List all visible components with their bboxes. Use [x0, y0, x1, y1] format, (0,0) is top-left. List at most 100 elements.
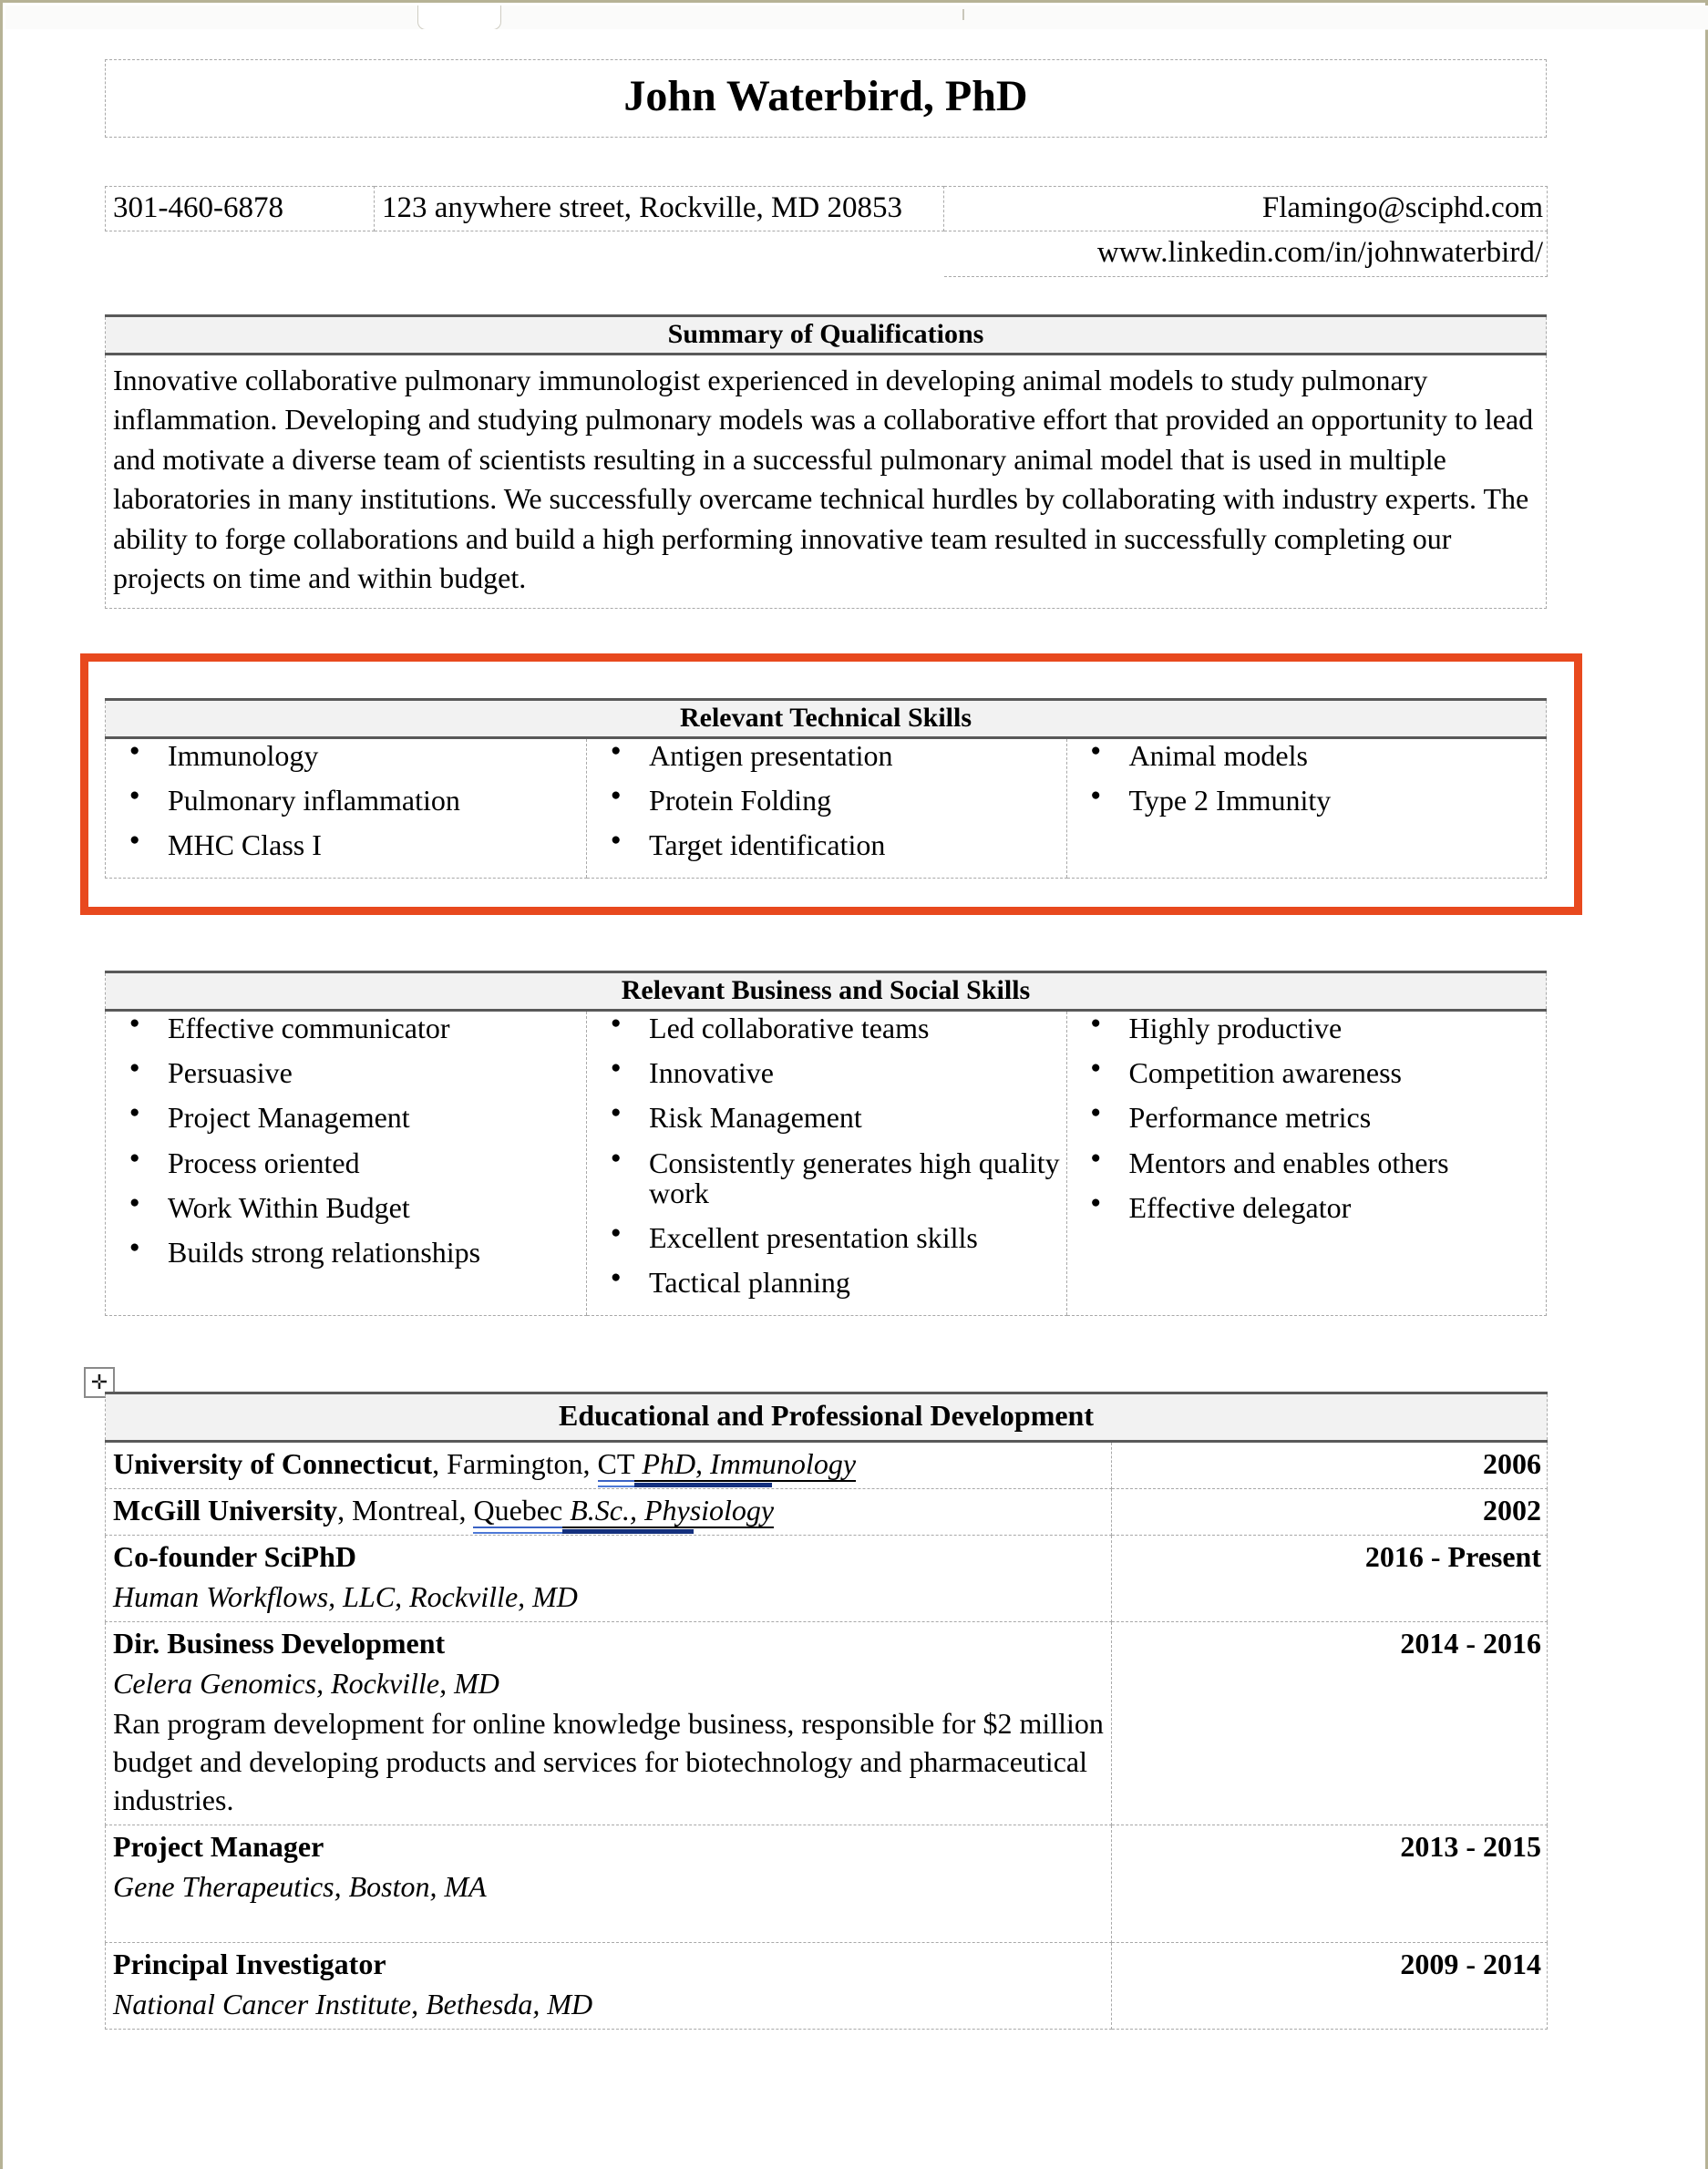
list-item: Immunology: [129, 740, 581, 771]
list-item: Antigen presentation: [611, 740, 1060, 771]
skill-list: Led collaborative teams Innovative Risk …: [592, 1013, 1060, 1299]
table-row: John Waterbird, PhD: [105, 59, 1547, 138]
contact-table: 301-460-6878 123 anywhere street, Rockvi…: [105, 185, 1548, 277]
business-skills-table: Relevant Business and Social Skills Effe…: [104, 971, 1548, 1316]
list-item: Mentors and enables others: [1090, 1147, 1540, 1178]
document-tab-notch[interactable]: [417, 5, 501, 30]
education-entry-2: Co-founder SciPhD Human Workflows, LLC, …: [105, 1535, 1112, 1622]
list-item: Pulmonary inflammation: [129, 785, 581, 816]
technical-skills-column-2: Antigen presentation Protein Folding Tar…: [586, 737, 1067, 879]
education-heading: Educational and Professional Development: [105, 1392, 1548, 1443]
skill-list: Antigen presentation Protein Folding Tar…: [592, 740, 1060, 861]
summary-heading: Summary of Qualifications: [105, 314, 1547, 355]
business-skills-column-1: Effective communicator Persuasive Projec…: [104, 1010, 587, 1316]
entry-degree: PhD, Immunology: [642, 1446, 857, 1480]
entry-date-0: 2006: [1111, 1441, 1548, 1489]
list-item: Excellent presentation skills: [611, 1222, 1060, 1253]
entry-spacer: [113, 1906, 1104, 1937]
entry-date-3: 2014 - 2016: [1111, 1621, 1548, 1826]
page-title: John Waterbird, PhD: [105, 59, 1547, 138]
list-item: Persuasive: [129, 1057, 581, 1088]
list-item: Performance metrics: [1090, 1103, 1540, 1134]
list-item: Effective delegator: [1090, 1192, 1540, 1223]
business-skills-column-2: Led collaborative teams Innovative Risk …: [586, 1010, 1067, 1316]
entry-date-2: 2016 - Present: [1111, 1535, 1548, 1622]
contact-phone: 301-460-6878: [105, 185, 375, 232]
table-row: Dir. Business Development Celera Genomic…: [105, 1621, 1548, 1826]
entry-location: , Farmington,: [432, 1446, 598, 1480]
education-entry-3: Dir. Business Development Celera Genomic…: [105, 1621, 1112, 1826]
list-item: Competition awareness: [1090, 1057, 1540, 1088]
entry-description: Ran program development for online knowl…: [113, 1706, 1104, 1817]
entry-location: , Montreal,: [337, 1493, 474, 1527]
contact-empty-cell: [375, 231, 944, 276]
skill-list: Effective communicator Persuasive Projec…: [111, 1013, 581, 1269]
list-item: Project Management: [129, 1103, 581, 1134]
list-item: Risk Management: [611, 1103, 1060, 1134]
contact-linkedin[interactable]: www.linkedin.com/in/johnwaterbird/: [943, 231, 1548, 277]
education-entry-5: Principal Investigator National Cancer I…: [105, 1942, 1112, 2030]
education-entry-0: University of Connecticut, Farmington, C…: [105, 1441, 1112, 1489]
document-page: John Waterbird, PhD 301-460-6878 123 any…: [3, 29, 1705, 2169]
skill-list: Immunology Pulmonary inflammation MHC Cl…: [111, 740, 581, 861]
technical-skills-table: Relevant Technical Skills Immunology Pul…: [104, 698, 1548, 879]
education-table: Educational and Professional Development…: [105, 1392, 1548, 2030]
table-row: Principal Investigator National Cancer I…: [105, 1942, 1548, 2030]
table-row: McGill University, Montreal, Quebec B.Sc…: [105, 1488, 1548, 1536]
entry-org: McGill University: [113, 1493, 338, 1527]
entry-org: Dir. Business Development: [113, 1626, 446, 1660]
table-row: Summary of Qualifications: [105, 314, 1547, 355]
list-item: Target identification: [611, 830, 1060, 861]
entry-org: Project Manager: [113, 1830, 324, 1864]
name-table: John Waterbird, PhD: [105, 59, 1547, 138]
table-row: 301-460-6878 123 anywhere street, Rockvi…: [105, 185, 1548, 232]
skill-list: Animal models Type 2 Immunity: [1073, 740, 1540, 817]
list-item: Process oriented: [129, 1147, 581, 1178]
table-row: Relevant Technical Skills: [105, 698, 1547, 739]
summary-table: Summary of Qualifications Innovative col…: [105, 314, 1547, 609]
list-item: Consistently generates high quality work: [611, 1147, 1060, 1209]
application-window: John Waterbird, PhD 301-460-6878 123 any…: [0, 0, 1708, 2169]
contact-empty-cell: [106, 231, 375, 276]
contact-address: 123 anywhere street, Rockville, MD 20853: [374, 185, 944, 232]
list-item: Led collaborative teams: [611, 1013, 1060, 1043]
table-row: Relevant Business and Social Skills: [105, 971, 1547, 1012]
entry-subtitle: Celera Genomics, Rockville, MD: [113, 1666, 499, 1700]
entry-org: Co-founder SciPhD: [113, 1539, 356, 1573]
business-skills-heading: Relevant Business and Social Skills: [105, 971, 1547, 1012]
table-row: Effective communicator Persuasive Projec…: [104, 1010, 1548, 1316]
ruler-tick: [962, 9, 964, 20]
summary-body-text: Innovative collaborative pulmonary immun…: [105, 354, 1547, 609]
table-row: Co-founder SciPhD Human Workflows, LLC, …: [105, 1535, 1548, 1622]
table-row: University of Connecticut, Farmington, C…: [105, 1441, 1548, 1489]
technical-skills-column-3: Animal models Type 2 Immunity: [1065, 737, 1548, 879]
entry-degree: B.Sc., Physiology: [570, 1493, 775, 1527]
list-item: Effective communicator: [129, 1013, 581, 1043]
table-row: www.linkedin.com/in/johnwaterbird/: [106, 231, 1548, 277]
entry-place-flagged: Quebec: [473, 1493, 563, 1528]
technical-skills-column-1: Immunology Pulmonary inflammation MHC Cl…: [104, 737, 587, 879]
entry-org: University of Connecticut: [113, 1446, 433, 1480]
list-item: Builds strong relationships: [129, 1237, 581, 1268]
move-cross-icon: ✛: [90, 1371, 108, 1393]
entry-date-5: 2009 - 2014: [1111, 1942, 1548, 2030]
table-row: Educational and Professional Development: [105, 1392, 1548, 1443]
education-entry-4: Project Manager Gene Therapeutics, Bosto…: [105, 1825, 1112, 1944]
entry-subtitle: Human Workflows, LLC, Rockville, MD: [113, 1579, 578, 1613]
list-item: Animal models: [1090, 740, 1540, 771]
business-skills-column-3: Highly productive Competition awareness …: [1065, 1010, 1548, 1316]
table-row: Project Manager Gene Therapeutics, Bosto…: [105, 1825, 1548, 1944]
entry-date-1: 2002: [1111, 1488, 1548, 1536]
list-item: Innovative: [611, 1057, 1060, 1088]
entry-date-4: 2013 - 2015: [1111, 1825, 1548, 1944]
entry-place-flagged: CT: [597, 1446, 635, 1482]
contact-email[interactable]: Flamingo@sciphd.com: [943, 185, 1548, 232]
entry-org: Principal Investigator: [113, 1948, 386, 1981]
table-row: Innovative collaborative pulmonary immun…: [105, 354, 1547, 609]
education-entry-1: McGill University, Montreal, Quebec B.Sc…: [105, 1488, 1112, 1536]
table-row: Immunology Pulmonary inflammation MHC Cl…: [104, 737, 1548, 879]
skill-list: Highly productive Competition awareness …: [1073, 1013, 1540, 1223]
entry-subtitle: Gene Therapeutics, Boston, MA: [113, 1870, 487, 1904]
list-item: Protein Folding: [611, 785, 1060, 816]
list-item: Work Within Budget: [129, 1192, 581, 1223]
